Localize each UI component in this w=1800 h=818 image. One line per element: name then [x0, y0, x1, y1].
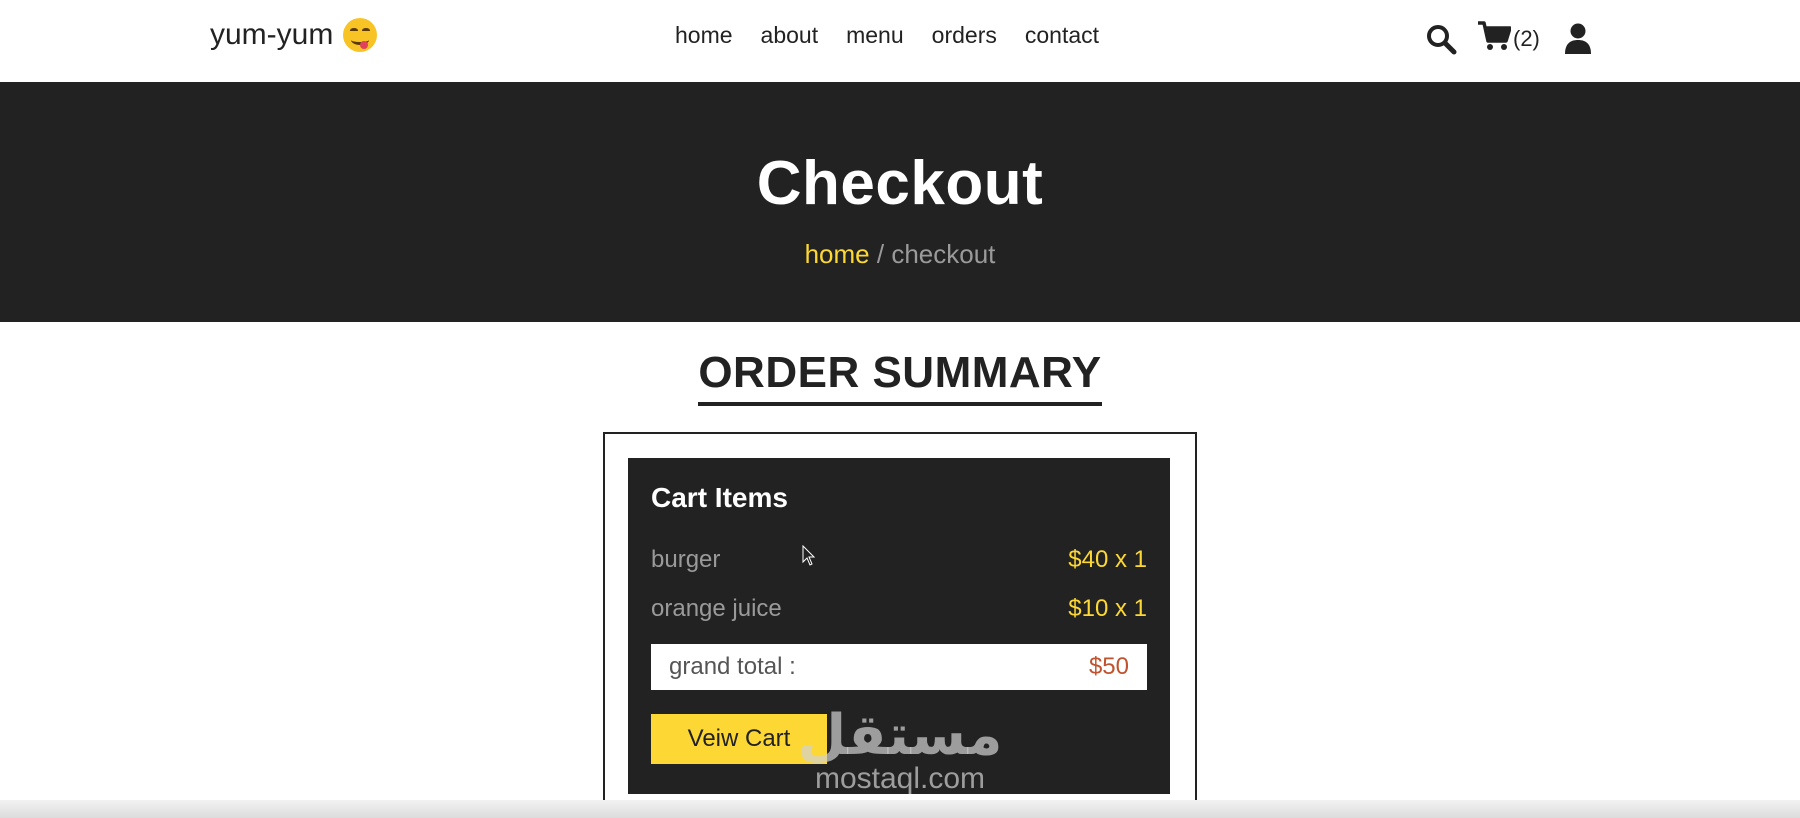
- grand-total-value: $50: [1088, 653, 1129, 680]
- main-nav: home about menu orders contact: [675, 22, 1099, 49]
- cart-items-title: Cart Items: [651, 482, 788, 513]
- cart-icon: [1477, 20, 1512, 57]
- item-name: burger: [651, 546, 721, 573]
- page-title: Checkout: [756, 149, 1044, 218]
- grand-total: grand total : $50: [651, 644, 1147, 690]
- item-name: orange juice: [651, 595, 782, 622]
- nav-menu[interactable]: menu: [846, 22, 904, 49]
- grand-total-label: grand total :: [669, 653, 796, 680]
- item-price: $10 x 1: [1068, 595, 1147, 622]
- nav-contact[interactable]: contact: [1025, 22, 1099, 49]
- watermark-arabic: مستقل: [797, 703, 1003, 768]
- logo[interactable]: yum-yum: [210, 18, 378, 52]
- section-heading: ORDER SUMMARY: [0, 348, 1800, 406]
- site-header: yum-yum home about menu orders contact (…: [0, 0, 1800, 82]
- watermark: مستقل mostaql.com: [790, 708, 1010, 794]
- mouse-cursor-icon: [802, 544, 816, 572]
- watermark-latin: mostaql.com: [814, 762, 986, 795]
- order-summary-title: ORDER SUMMARY: [698, 348, 1102, 406]
- list-item: burger $40 x 1: [651, 546, 1147, 574]
- bottom-strip: [0, 800, 1800, 818]
- nav-orders[interactable]: orders: [932, 22, 997, 49]
- breadcrumb-current: checkout: [891, 239, 996, 269]
- smiley-icon: [343, 18, 378, 52]
- list-item: orange juice $10 x 1: [651, 595, 1147, 623]
- breadcrumb-separator: /: [869, 239, 892, 269]
- nav-home[interactable]: home: [675, 22, 733, 49]
- user-icon[interactable]: [1564, 23, 1592, 55]
- breadcrumb-home[interactable]: home: [805, 239, 870, 269]
- header-icons: (2): [1425, 20, 1592, 57]
- search-icon[interactable]: [1425, 23, 1457, 55]
- cart-button[interactable]: (2): [1477, 20, 1540, 57]
- nav-about[interactable]: about: [761, 22, 819, 49]
- item-price: $40 x 1: [1068, 546, 1147, 573]
- page-banner: Checkout home / checkout: [0, 82, 1800, 322]
- breadcrumb: home / checkout: [0, 239, 1800, 270]
- logo-text: yum-yum: [210, 18, 334, 51]
- cart-count: (2): [1513, 25, 1540, 51]
